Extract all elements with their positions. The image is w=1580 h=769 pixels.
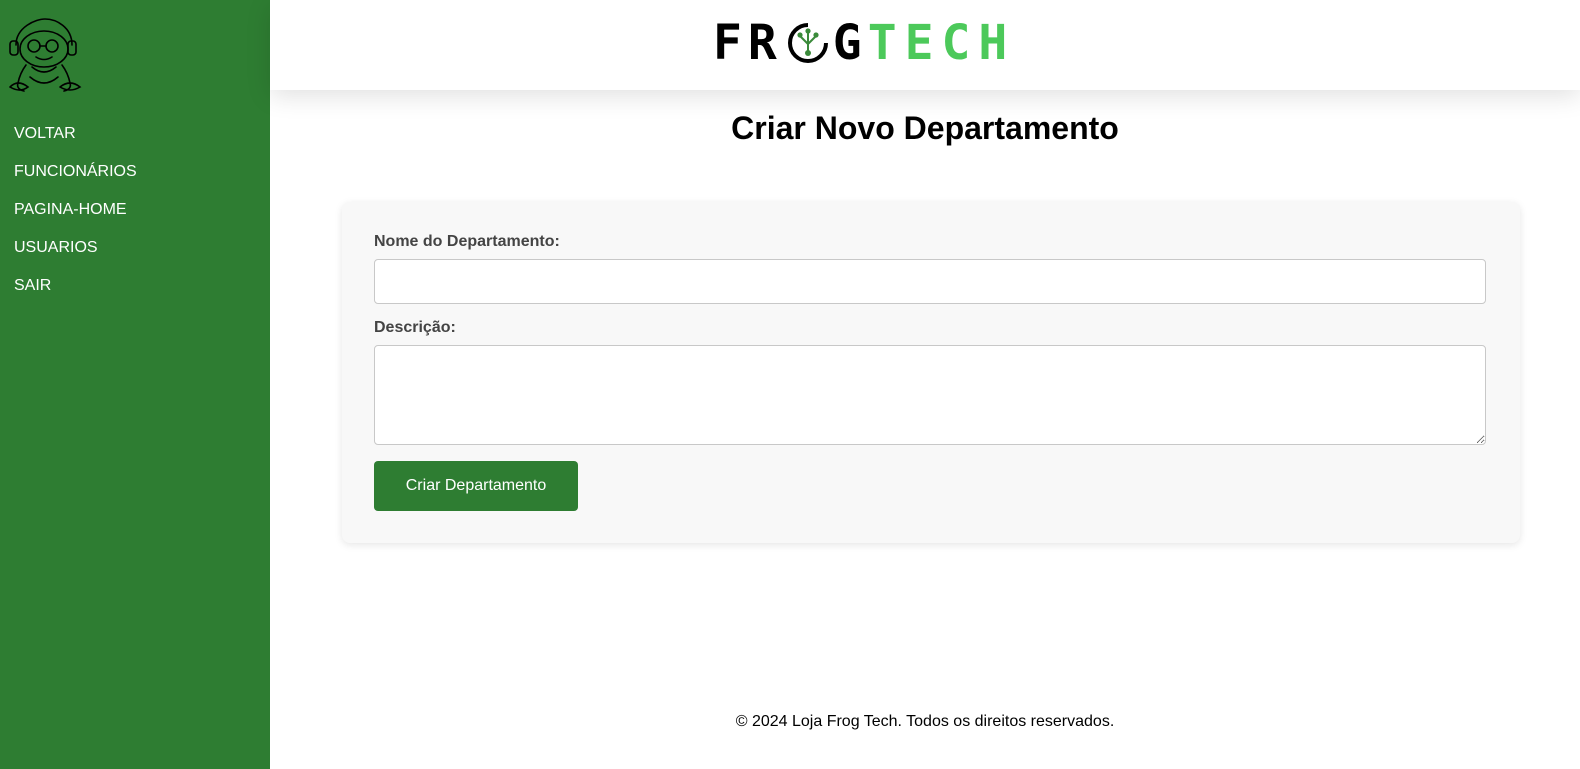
nav-voltar[interactable]: VOLTAR [14,124,137,162]
frog-foot-o-icon [787,23,828,63]
frogtech-brand-logo: FR G TECH [713,15,1016,71]
top-header: FR G TECH [270,0,1580,90]
department-name-label: Nome do Departamento: [374,233,560,250]
brand-text-dark: FR [713,15,783,71]
nav-usuarios[interactable]: USUARIOS [14,238,137,276]
brand-text-green: TECH [867,15,1016,71]
nav-sair[interactable]: SAIR [14,276,137,314]
page-title: Criar Novo Departamento [731,110,1119,146]
sidebar: VOLTAR FUNCIONÁRIOS PAGINA-HOME USUARIOS… [0,0,270,769]
sidebar-nav: VOLTAR FUNCIONÁRIOS PAGINA-HOME USUARIOS… [14,124,137,314]
description-textarea[interactable] [374,345,1486,445]
brand-text-dark-g: G [832,15,868,71]
footer-copyright: © 2024 Loja Frog Tech. Todos os direitos… [735,713,1115,730]
create-department-button[interactable]: Criar Departamento [374,461,578,511]
description-label: Descrição: [374,319,456,336]
main-content: Criar Novo Departamento Nome do Departam… [270,90,1580,769]
nav-funcionarios[interactable]: FUNCIONÁRIOS [14,162,137,200]
create-department-form: Nome do Departamento: Descrição: Criar D… [342,202,1520,543]
nav-pagina-home[interactable]: PAGINA-HOME [14,200,137,238]
frog-mascot-logo[interactable] [6,17,84,95]
department-name-input[interactable] [374,259,1486,304]
